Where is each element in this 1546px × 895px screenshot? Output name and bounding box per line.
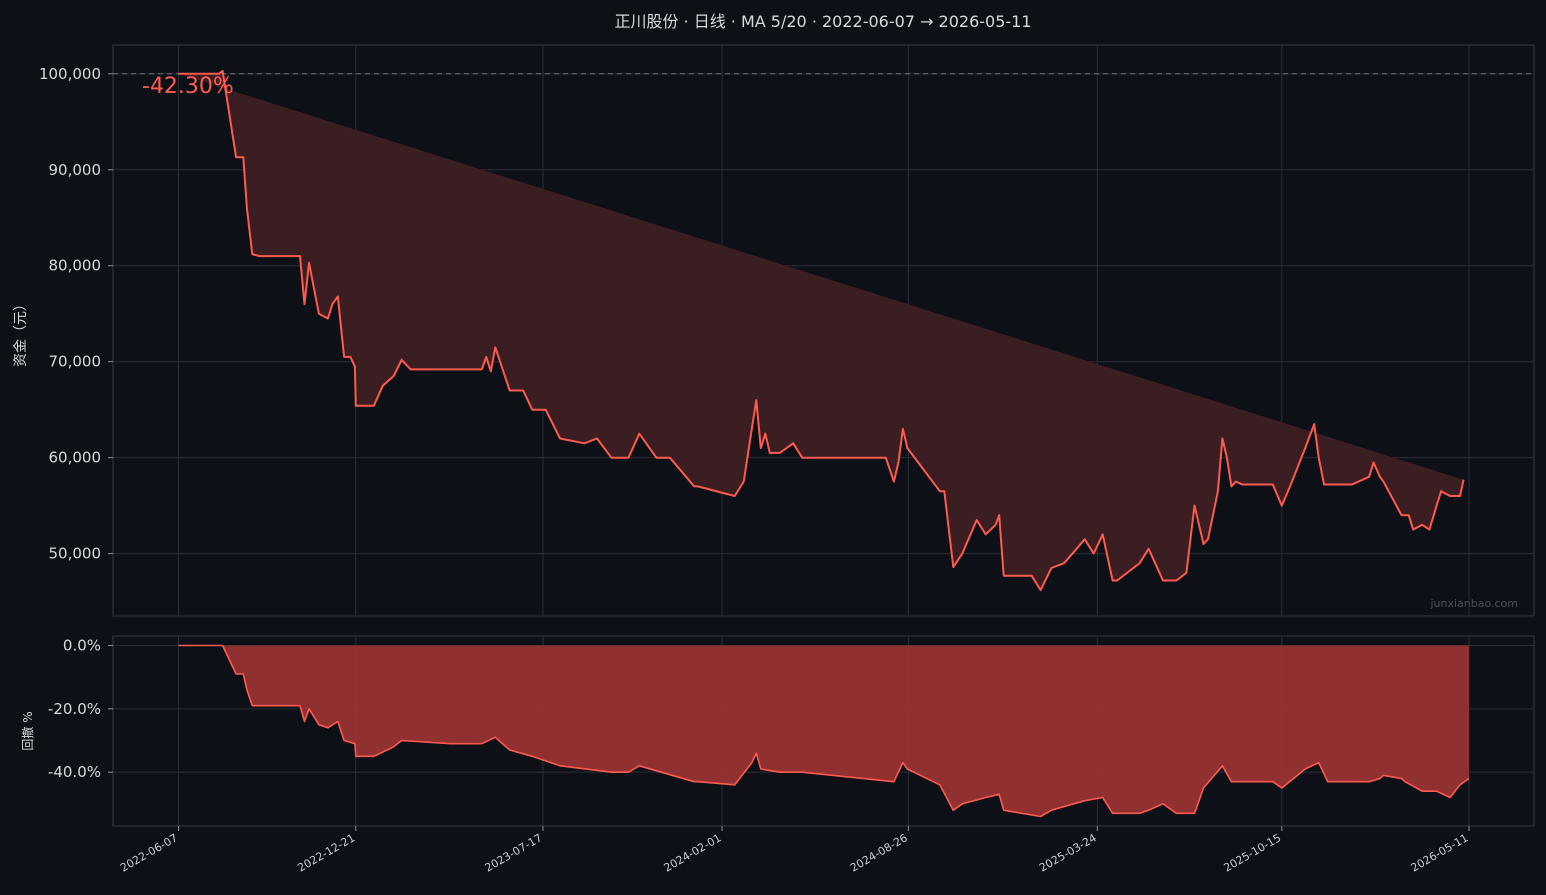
backtest-chart: 正川股份 · 日线 · MA 5/20 · 2022-06-07 → 2026-… [13,12,1535,875]
y-tick-label: 80,000 [49,257,102,275]
y-tick-label: 90,000 [49,161,102,179]
drawdown-y-axis-label: 回撤 % [20,711,35,750]
y-tick-label: 100,000 [39,65,101,83]
chart-title: 正川股份 · 日线 · MA 5/20 · 2022-06-07 → 2026-… [614,12,1031,31]
drawdown-y-ticks: 0.0% -20.0% -40.0% [48,637,113,781]
y-tick-label: 0.0% [63,637,101,655]
x-axis-ticks: 2022-06-07 2022-12-21 2023-07-17 2024-02-01… [118,826,1471,875]
y-tick-label: 70,000 [49,353,102,371]
total-return-label: -42.30% [142,74,234,99]
y-tick-label: 60,000 [49,449,102,467]
x-tick-label: 2026-05-11 [1409,831,1471,874]
x-tick-label: 2023-07-17 [483,831,545,874]
equity-y-axis-label: 资金（元） [13,297,29,367]
x-tick-label: 2022-06-07 [118,831,180,874]
y-tick-label: -20.0% [48,700,101,718]
x-tick-label: 2022-12-21 [295,831,357,874]
x-tick-label: 2025-10-15 [1221,831,1283,874]
y-tick-label: -40.0% [48,763,101,781]
x-tick-label: 2025-03-24 [1037,831,1099,874]
x-tick-label: 2024-08-26 [848,831,910,874]
y-tick-label: 50,000 [49,545,102,563]
x-tick-label: 2024-02-01 [662,831,724,874]
equity-y-ticks: 50,000 60,000 70,000 80,000 90,000 100,000 [39,65,113,563]
watermark: junxianbao.com [1429,597,1518,610]
